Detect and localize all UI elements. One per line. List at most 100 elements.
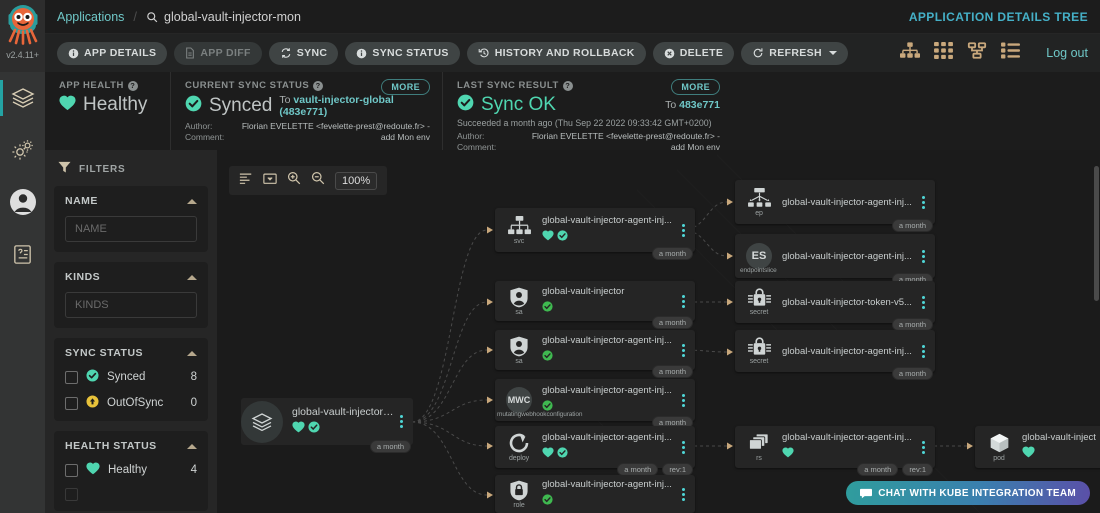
tree-node-application-root[interactable]: global-vault-injector-mon a month xyxy=(241,398,413,453)
to-prefix: To xyxy=(279,94,291,106)
filter-row-healthy[interactable]: Healthy 4 xyxy=(65,462,197,478)
node-name-label: global-vault-injector-agent-inj... xyxy=(542,431,672,443)
tree-node-role[interactable]: role global-vault-injector-agent-inj... xyxy=(495,475,695,513)
tree-node-endpointslice[interactable]: ES endpointslice global-vault-injector-a… xyxy=(735,234,935,286)
app-diff-button[interactable]: APP DIFF xyxy=(174,41,262,65)
sidebar-item-applications[interactable] xyxy=(0,72,45,124)
current-sync-target: To vault-injector-global (483e771) xyxy=(279,94,430,118)
tree-node-pod[interactable]: pod global-vault-inject xyxy=(975,426,1100,468)
sync-button[interactable]: SYNC xyxy=(268,41,339,65)
filter-row-synced[interactable]: Synced 8 xyxy=(65,369,197,385)
chat-widget-button[interactable]: CHAT WITH KUBE INTEGRATION TEAM xyxy=(846,481,1090,505)
left-nav-rail: v2.4.11+ xyxy=(0,0,45,513)
help-icon[interactable]: ? xyxy=(313,80,324,91)
fit-to-screen-icon[interactable] xyxy=(263,172,277,190)
tree-node-sa-1[interactable]: sa global-vault-injector a month xyxy=(495,281,695,329)
zoom-in-icon[interactable] xyxy=(287,171,301,190)
tree-node-ep[interactable]: ep global-vault-injector-agent-inj... a … xyxy=(735,180,935,232)
kinds-filter-input[interactable] xyxy=(65,292,197,318)
partial-checkbox[interactable] xyxy=(65,488,78,501)
refresh-icon xyxy=(752,47,764,59)
history-rollback-button[interactable]: HISTORY AND ROLLBACK xyxy=(466,41,646,65)
sync-status-button[interactable]: SYNC STATUS xyxy=(345,41,460,65)
refresh-button[interactable]: REFRESH xyxy=(741,41,848,65)
node-menu-button[interactable] xyxy=(918,440,929,454)
tree-view-icon[interactable] xyxy=(900,42,921,64)
chevron-up-icon[interactable] xyxy=(187,350,197,356)
synced-label: Synced xyxy=(107,371,146,383)
refresh-label: REFRESH xyxy=(769,47,822,59)
node-name-label: global-vault-inject xyxy=(1022,431,1096,443)
filter-row-partial[interactable] xyxy=(65,488,197,501)
zoom-level-value[interactable]: 100% xyxy=(335,171,378,190)
page-title: APPLICATION DETAILS TREE xyxy=(908,9,1088,24)
healthy-checkbox[interactable] xyxy=(65,463,78,477)
app-name-label: global-vault-injector-mon xyxy=(164,9,301,24)
chevron-down-icon xyxy=(828,51,837,55)
tree-node-sa-2[interactable]: sa global-vault-injector-agent-inj... a … xyxy=(495,330,695,378)
node-menu-button[interactable] xyxy=(918,195,929,209)
delete-button[interactable]: DELETE xyxy=(652,41,735,65)
node-menu-button[interactable] xyxy=(678,343,689,357)
current-sync-meta: Author: Florian EVELETTE <fevelette-pres… xyxy=(185,121,430,144)
tree-node-svc[interactable]: svc global-vault-injector-agent-inj... a… xyxy=(495,208,695,260)
synced-checkbox[interactable] xyxy=(65,370,78,384)
tree-node-deploy[interactable]: deploy global-vault-injector-agent-inj..… xyxy=(495,426,695,476)
breadcrumb-current-app: global-vault-injector-mon xyxy=(146,10,301,24)
node-menu-button[interactable] xyxy=(678,440,689,454)
sidebar-item-settings[interactable] xyxy=(0,124,45,176)
last-sync-succeeded: Succeeded a month ago (Thu Sep 22 2022 0… xyxy=(457,118,712,128)
network-view-icon[interactable] xyxy=(967,42,987,64)
argo-octopus-logo xyxy=(3,2,43,52)
chevron-up-icon[interactable] xyxy=(187,443,197,449)
node-menu-button[interactable] xyxy=(678,223,689,237)
tree-node-mutatingwebhookconfiguration[interactable]: MWC mutatingwebhookconfiguration global-… xyxy=(495,379,695,429)
root-node-name: global-vault-injector-mon xyxy=(292,405,396,418)
current-sync-more-button[interactable]: MORE xyxy=(381,79,430,95)
node-kind-label: deploy xyxy=(508,455,530,462)
node-menu-button[interactable] xyxy=(678,294,689,308)
node-menu-button[interactable] xyxy=(678,393,689,407)
tree-layout-icon[interactable] xyxy=(239,172,253,190)
node-menu-button[interactable] xyxy=(678,487,689,501)
breadcrumb-applications[interactable]: Applications xyxy=(57,10,124,24)
author-key: Author: xyxy=(185,121,213,131)
node-menu-button[interactable] xyxy=(918,344,929,358)
tree-node-secret-2[interactable]: secret global-vault-injector-agent-inj..… xyxy=(735,330,935,380)
help-icon[interactable]: ? xyxy=(562,80,573,91)
endpoints-icon: ep xyxy=(739,187,779,217)
file-diff-icon xyxy=(185,47,195,59)
tree-node-secret-1[interactable]: secret global-vault-injector-token-v5...… xyxy=(735,281,935,331)
filter-group-health-status-title: HEALTH STATUS xyxy=(65,440,157,452)
last-sync-more-button[interactable]: MORE xyxy=(671,79,720,95)
argo-logo-block[interactable]: v2.4.11+ xyxy=(0,0,45,72)
logout-link[interactable]: Log out xyxy=(1046,46,1088,60)
node-menu-button[interactable] xyxy=(918,249,929,263)
to-revision-link[interactable]: 483e771 xyxy=(679,99,720,111)
filter-row-outofsync[interactable]: OutOfSync 0 xyxy=(65,395,197,411)
node-menu-button[interactable] xyxy=(918,295,929,309)
pods-grid-view-icon[interactable] xyxy=(934,42,954,64)
node-kind-label: mutatingwebhookconfiguration xyxy=(497,411,583,418)
chevron-up-icon[interactable] xyxy=(187,274,197,280)
list-view-icon[interactable] xyxy=(1001,42,1021,64)
name-filter-input[interactable] xyxy=(65,216,197,242)
sidebar-item-documentation[interactable] xyxy=(0,228,45,280)
delete-x-icon xyxy=(664,48,675,59)
info-icon xyxy=(68,48,79,59)
to-revision-link[interactable]: vault-injector-global (483e771) xyxy=(279,94,393,118)
age-badge: a month xyxy=(891,219,933,232)
zoom-out-icon[interactable] xyxy=(311,171,325,190)
author-key: Author: xyxy=(457,131,485,141)
sidebar-item-user[interactable] xyxy=(0,176,45,228)
outofsync-checkbox[interactable] xyxy=(65,396,78,410)
tree-node-rs[interactable]: rs global-vault-injector-agent-inj... a … xyxy=(735,426,935,476)
root-node-menu-button[interactable] xyxy=(396,415,407,428)
chevron-up-icon[interactable] xyxy=(187,198,197,204)
root-node-status xyxy=(292,420,396,438)
help-icon[interactable]: ? xyxy=(127,80,138,91)
app-health-title: APP HEALTH ? xyxy=(59,80,158,91)
graph-vertical-scrollbar[interactable] xyxy=(1094,166,1099,301)
check-circle-icon xyxy=(308,420,320,438)
app-details-button[interactable]: APP DETAILS xyxy=(57,41,168,65)
